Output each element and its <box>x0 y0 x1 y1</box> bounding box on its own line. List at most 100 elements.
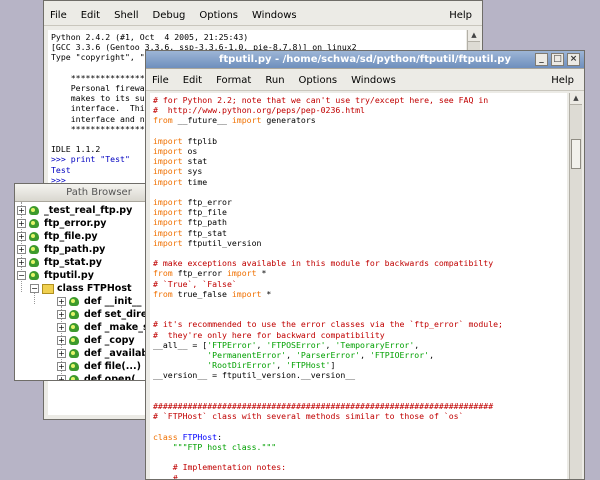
tree-item[interactable]: + ftp_stat.py <box>17 256 102 269</box>
collapse-icon[interactable]: − <box>17 271 26 280</box>
expand-icon[interactable]: + <box>57 297 66 306</box>
expand-icon[interactable]: + <box>57 323 66 332</box>
editor-menu-run[interactable]: Run <box>265 75 284 86</box>
code-token: # it's recommended to use the error clas… <box>153 319 503 330</box>
code-token: from <box>153 268 173 279</box>
tree-item-label: def __init__ <box>84 296 142 307</box>
tree-item[interactable]: + ftp_file.py <box>17 230 98 243</box>
scroll-up-icon[interactable]: ▲ <box>570 93 582 105</box>
tree-item-label: def file(...) <box>84 361 141 372</box>
expand-icon[interactable]: + <box>57 349 66 358</box>
tree-item[interactable]: + _test_real_ftp.py <box>17 204 132 217</box>
tree-item[interactable]: + ftp_error.py <box>17 217 107 230</box>
expand-icon[interactable]: + <box>17 245 26 254</box>
code-line: # http://www.python.org/peps/pep-0236.ht… <box>153 105 564 115</box>
editor-menu-help[interactable]: Help <box>551 75 574 86</box>
collapse-icon[interactable]: − <box>30 284 39 293</box>
code-token: # Implementation notes: <box>172 462 287 473</box>
code-token: ftputil_version <box>182 237 262 248</box>
code-token: , <box>325 339 336 350</box>
code-token: sys <box>182 166 203 177</box>
code-token: """FTP host class.""" <box>172 441 277 452</box>
expand-icon[interactable]: + <box>57 310 66 319</box>
code-line: # Implementation notes: <box>153 462 564 472</box>
editor-text-area[interactable]: # for Python 2.2; note that we can't use… <box>150 93 567 479</box>
code-line: import ftputil_version <box>153 238 564 248</box>
editor-menu-windows[interactable]: Windows <box>351 75 396 86</box>
code-token: 'PermanentError' <box>207 350 287 361</box>
shell-line: Python 2.4.2 (#1, Oct 4 2005, 21:25:43) <box>51 32 249 42</box>
editor-window: ftputil.py - /home/schwa/sd/python/ftput… <box>145 50 585 480</box>
expand-icon[interactable]: + <box>57 336 66 345</box>
editor-menu-edit[interactable]: Edit <box>183 75 202 86</box>
tree-item[interactable]: + def file(...) <box>57 360 141 373</box>
editor-menu-file[interactable]: File <box>152 75 169 86</box>
shell-menu-help[interactable]: Help <box>449 10 472 21</box>
tree-item[interactable]: + def _copy <box>57 334 135 347</box>
python-icon <box>69 361 81 372</box>
code-line: # they're only here for backward compati… <box>153 330 564 340</box>
close-icon[interactable]: × <box>567 53 580 66</box>
python-icon <box>69 335 81 346</box>
tree-item[interactable]: + def __init__ <box>57 295 142 308</box>
tree-item-label: ftp_file.py <box>44 231 98 242</box>
tree-item[interactable]: + def open(...) <box>57 373 151 380</box>
code-line: # `True`, `False` <box>153 279 564 289</box>
tree-item-label: ftp_path.py <box>44 244 106 255</box>
editor-titlebar[interactable]: ftputil.py - /home/schwa/sd/python/ftput… <box>146 51 584 69</box>
python-icon <box>69 322 81 333</box>
code-line: # for Python 2.2; note that we can't use… <box>153 95 564 105</box>
code-line: 'RootDirError', 'FTPHost'] <box>153 360 564 370</box>
minimize-icon[interactable]: _ <box>535 53 548 66</box>
code-token: __future__ <box>172 115 232 126</box>
code-token: generators <box>261 115 316 126</box>
code-token: , <box>429 350 435 361</box>
code-line: import ftp_stat <box>153 228 564 238</box>
expand-icon[interactable]: + <box>17 258 26 267</box>
shell-menu-options[interactable]: Options <box>199 10 238 21</box>
shell-menu-windows[interactable]: Windows <box>252 10 297 21</box>
shell-menubar: File Edit Shell Debug Options Windows He… <box>44 6 482 26</box>
maximize-icon[interactable]: □ <box>551 53 564 66</box>
shell-menu-file[interactable]: File <box>50 10 67 21</box>
expand-icon[interactable]: + <box>17 219 26 228</box>
code-line: class FTPHost: <box>153 432 564 442</box>
shell-menu-shell[interactable]: Shell <box>114 10 138 21</box>
code-line: # `FTPHost` class with several methods s… <box>153 411 564 421</box>
code-line: import ftp_file <box>153 207 564 217</box>
tree-item[interactable]: − ftputil.py <box>17 269 94 282</box>
code-line: # it's recommended to use the error clas… <box>153 319 564 329</box>
expand-icon[interactable]: + <box>57 375 66 380</box>
code-token: # `True`, `False` <box>153 278 237 289</box>
code-token: 'FTPOSError' <box>266 339 326 350</box>
editor-scroll-thumb[interactable] <box>571 139 581 169</box>
tree-item[interactable]: − class FTPHost <box>30 282 132 295</box>
tree-item-label: class FTPHost <box>57 283 132 294</box>
code-token: from <box>153 288 173 299</box>
code-token: FTPHost <box>182 431 218 442</box>
code-token: 'RootDirError' <box>207 360 277 371</box>
editor-scrollbar[interactable]: ▲ <box>569 93 582 479</box>
code-token: ftp_error <box>182 197 232 208</box>
shell-command: >>> print "Test" <box>51 154 130 165</box>
scroll-up-icon[interactable]: ▲ <box>468 30 480 42</box>
shell-menu-edit[interactable]: Edit <box>81 10 100 21</box>
code-token: class <box>153 431 178 442</box>
expand-icon[interactable]: + <box>57 362 66 371</box>
tree-item[interactable]: + ftp_path.py <box>17 243 105 256</box>
editor-menu-options[interactable]: Options <box>299 75 338 86</box>
code-token: import <box>153 166 183 177</box>
expand-icon[interactable]: + <box>17 232 26 241</box>
code-line: # <box>153 473 564 479</box>
editor-menu-format[interactable]: Format <box>216 75 251 86</box>
expand-icon[interactable]: + <box>17 206 26 215</box>
code-token: 'FTPIOError' <box>369 350 430 361</box>
python-icon <box>29 257 41 268</box>
tree-item[interactable]: + def _available <box>57 347 158 360</box>
shell-menu-debug[interactable]: Debug <box>153 10 186 21</box>
